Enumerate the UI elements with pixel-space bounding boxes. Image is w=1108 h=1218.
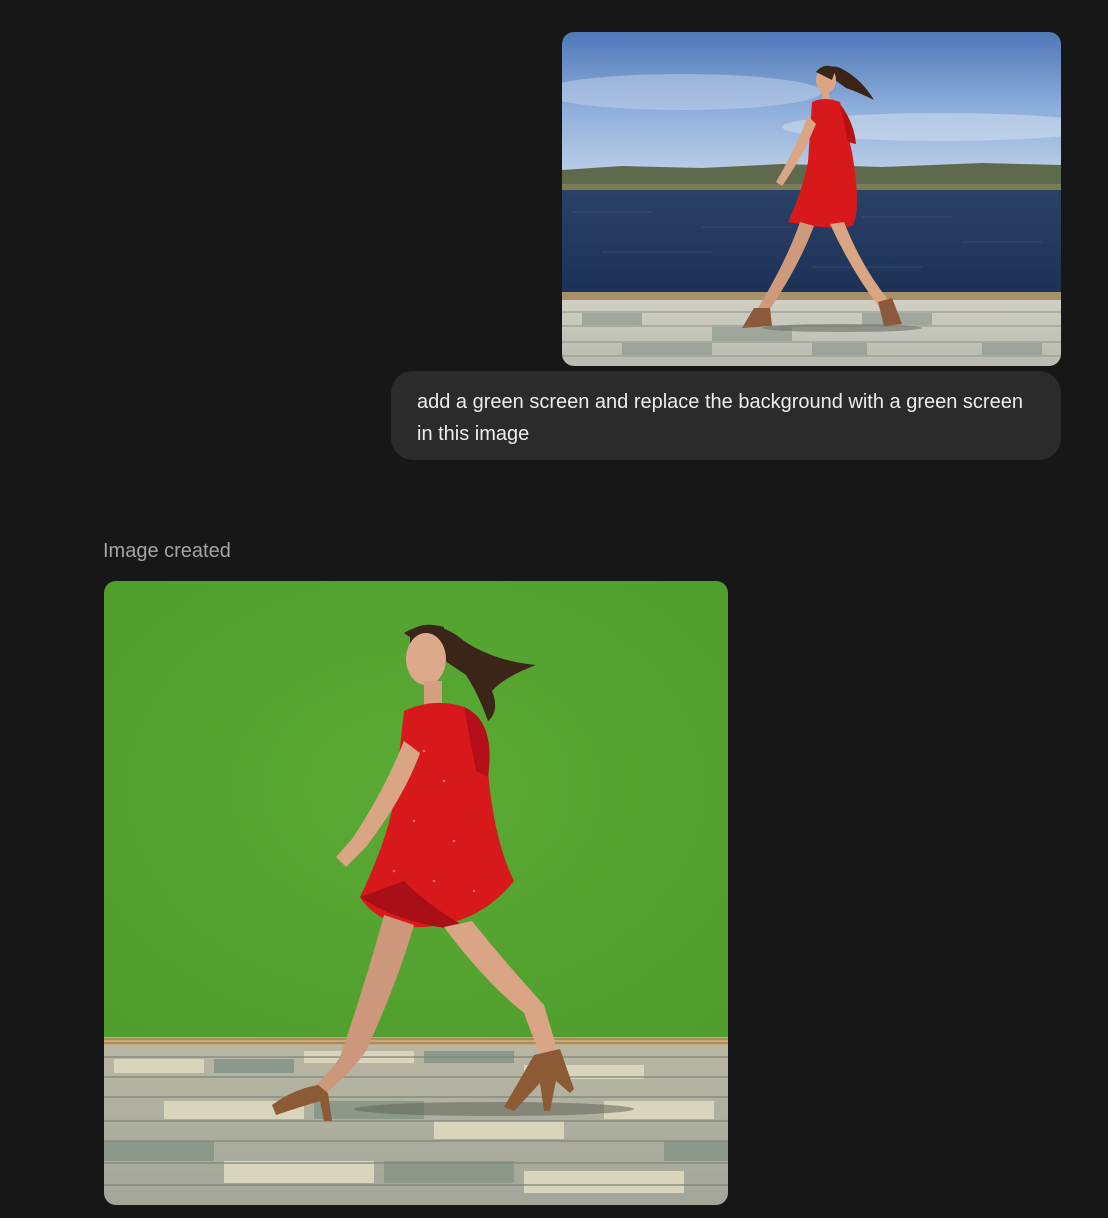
user-message-bubble: add a green screen and replace the backg… — [391, 371, 1061, 460]
waterfront-photo — [562, 32, 1061, 366]
user-message-text: add a green screen and replace the backg… — [417, 391, 1023, 445]
chat-thread: add a green screen and replace the backg… — [0, 0, 1108, 1218]
image-created-label: Image created — [103, 540, 231, 562]
green-screen-photo — [104, 581, 728, 1205]
generated-image[interactable] — [104, 581, 728, 1205]
user-attached-image[interactable] — [562, 32, 1061, 366]
